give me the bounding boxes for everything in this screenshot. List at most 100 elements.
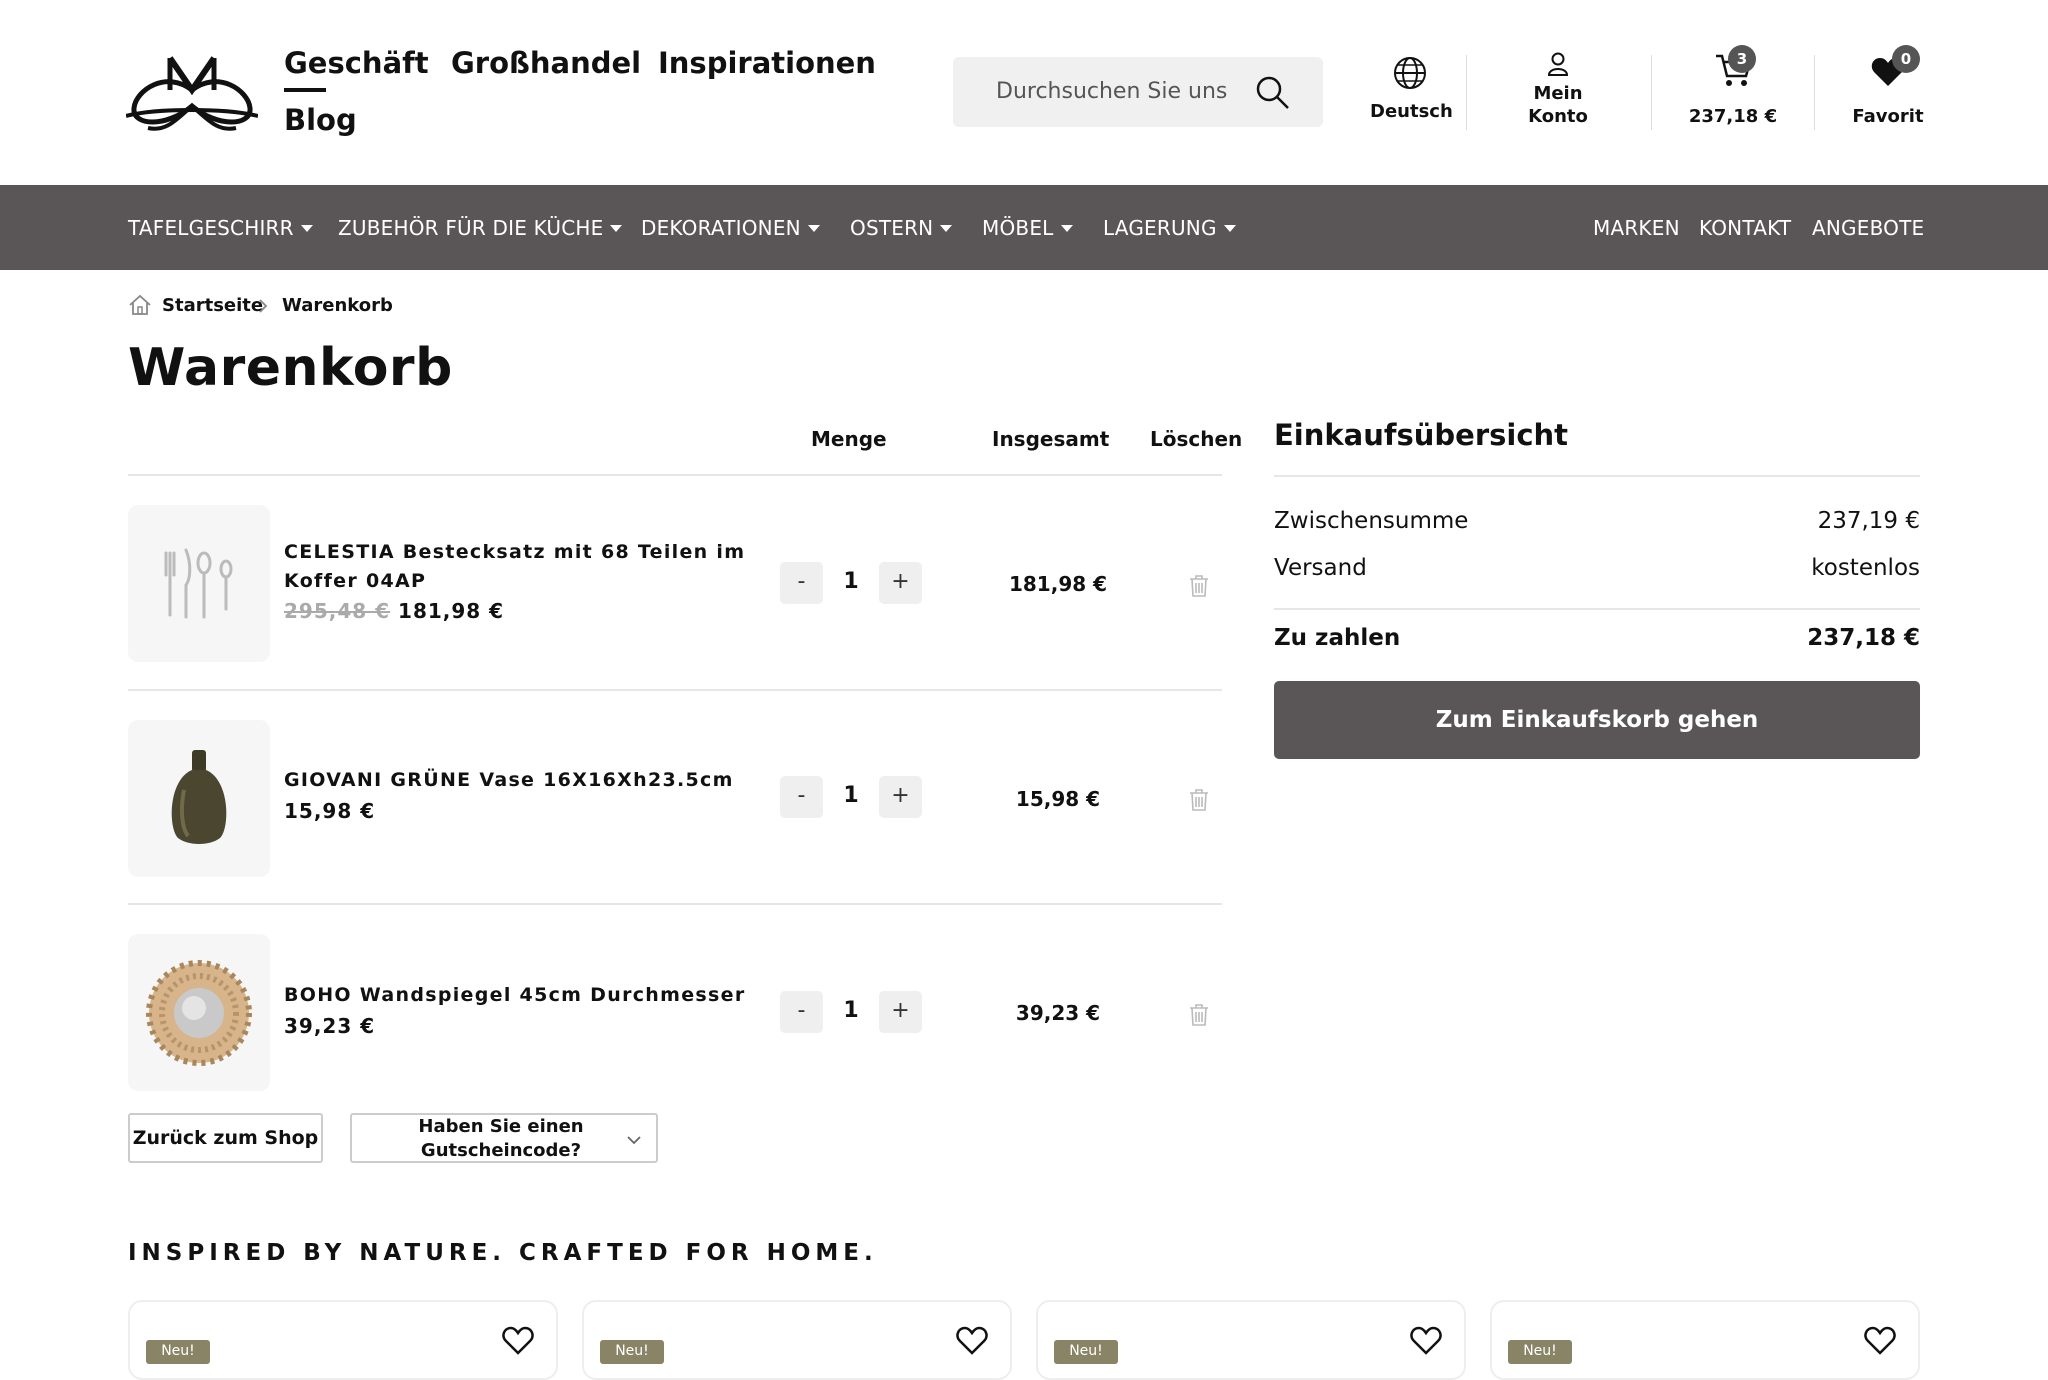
item-total: 39,23 € (1015, 1001, 1101, 1025)
back-to-shop-button[interactable]: Zurück zum Shop (128, 1113, 323, 1163)
column-quantity: Menge (811, 427, 887, 451)
item-price: 15,98 € (284, 799, 376, 823)
item-current-price: 181,98 € (398, 599, 505, 623)
divider (128, 903, 1222, 905)
item-name[interactable]: BOHO Wandspiegel 45cm Durchmesser (284, 981, 745, 1010)
coupon-toggle[interactable]: Haben Sie einen Gutscheincode? (350, 1113, 658, 1163)
search-box[interactable]: Durchsuchen Sie uns (953, 57, 1323, 127)
product-card[interactable]: Neu! (128, 1300, 558, 1380)
category-moebel[interactable]: MÖBEL (982, 216, 1073, 240)
header-divider (1814, 55, 1815, 130)
favorites-count-badge: 0 (1892, 45, 1920, 73)
heart-outline-icon[interactable] (1864, 1326, 1896, 1356)
breadcrumb-current: Warenkorb (282, 295, 393, 316)
heart-outline-icon[interactable] (956, 1326, 988, 1356)
quantity-increase-button[interactable]: + (879, 776, 922, 818)
product-image-mirror[interactable] (128, 934, 270, 1091)
quantity-increase-button[interactable]: + (879, 991, 922, 1033)
chevron-down-icon (626, 1135, 642, 1145)
column-delete: Löschen (1150, 427, 1243, 451)
quantity-value[interactable]: 1 (836, 998, 866, 1023)
divider (128, 474, 1222, 476)
new-badge: Neu! (146, 1340, 210, 1364)
link-kontakt[interactable]: KONTAKT (1699, 216, 1791, 240)
nav-geschaeft[interactable]: Geschäft (284, 46, 429, 80)
heart-outline-icon[interactable] (1410, 1326, 1442, 1356)
new-badge: Neu! (1054, 1340, 1118, 1364)
search-icon[interactable] (1255, 75, 1291, 111)
subtotal-row: Zwischensumme 237,19 € (1274, 508, 1920, 534)
chevron-right-icon (258, 298, 268, 314)
item-old-price: 295,48 € (284, 599, 391, 623)
language-switcher[interactable]: Deutsch (1370, 55, 1453, 122)
chevron-down-icon (1060, 225, 1073, 232)
nav-grosshandel[interactable]: Großhandel (451, 46, 641, 80)
quantity-value[interactable]: 1 (836, 783, 866, 808)
subtotal-value: 237,19 € (1817, 508, 1920, 534)
brand-logo[interactable] (126, 50, 258, 134)
page-title: Warenkorb (128, 338, 453, 398)
chevron-down-icon (807, 225, 820, 232)
category-dekorationen[interactable]: DEKORATIONEN (641, 216, 820, 240)
total-row: Zu zahlen 237,18 € (1274, 625, 1920, 651)
divider (128, 689, 1222, 691)
product-card[interactable]: Neu! (1490, 1300, 1920, 1380)
breadcrumb-home[interactable]: Startseite (162, 295, 263, 316)
shipping-row: Versand kostenlos (1274, 555, 1920, 581)
site-header: Geschäft Großhandel Inspirationen Blog D… (0, 0, 2048, 185)
total-value: 237,18 € (1807, 625, 1920, 651)
item-name[interactable]: GIOVANI GRÜNE Vase 16X16Xh23.5cm (284, 766, 734, 795)
user-icon (1547, 52, 1569, 76)
account-link[interactable]: Mein Konto (1508, 52, 1608, 128)
item-total: 15,98 € (1015, 787, 1101, 811)
category-ostern[interactable]: OSTERN (850, 216, 953, 240)
product-card[interactable]: Neu! (1036, 1300, 1466, 1380)
item-price: 295,48 € 181,98 € (284, 599, 504, 623)
header-divider (1466, 55, 1467, 130)
nav-inspirationen[interactable]: Inspirationen (658, 46, 876, 80)
quantity-increase-button[interactable]: + (879, 562, 922, 604)
quantity-value[interactable]: 1 (836, 569, 866, 594)
trash-icon[interactable] (1188, 788, 1210, 812)
nav-blog[interactable]: Blog (284, 103, 357, 137)
link-angebote[interactable]: ANGEBOTE (1812, 216, 1924, 240)
quantity-decrease-button[interactable]: - (780, 776, 823, 818)
category-kuechenzubehoer[interactable]: ZUBEHÖR FÜR DIE KÜCHE (338, 216, 623, 240)
checkout-button[interactable]: Zum Einkaufskorb gehen (1274, 681, 1920, 759)
search-input[interactable]: Durchsuchen Sie uns (996, 79, 1227, 104)
category-lagerung[interactable]: LAGERUNG (1103, 216, 1236, 240)
quantity-decrease-button[interactable]: - (780, 562, 823, 604)
chevron-down-icon (300, 225, 313, 232)
link-marken[interactable]: MARKEN (1593, 216, 1680, 240)
account-label-1: Mein (1533, 83, 1583, 104)
globe-icon (1392, 55, 1428, 91)
heart-outline-icon[interactable] (502, 1326, 534, 1356)
item-total: 181,98 € (1008, 572, 1108, 596)
language-label: Deutsch (1370, 101, 1453, 122)
quantity-decrease-button[interactable]: - (780, 991, 823, 1033)
category-bar: TAFELGESCHIRR ZUBEHÖR FÜR DIE KÜCHE DEKO… (0, 185, 2048, 270)
trash-icon[interactable] (1188, 574, 1210, 598)
trash-icon[interactable] (1188, 1003, 1210, 1027)
favorites-label: Favorit (1852, 106, 1924, 127)
new-badge: Neu! (600, 1340, 664, 1364)
home-icon[interactable] (128, 294, 152, 316)
nav-active-underline (284, 88, 326, 92)
divider (1274, 608, 1920, 610)
category-tafelgeschirr[interactable]: TAFELGESCHIRR (128, 216, 313, 240)
item-name[interactable]: CELESTIA Bestecksatz mit 68 Teilen im Kof… (284, 538, 745, 596)
new-badge: Neu! (1508, 1340, 1572, 1364)
coupon-label: Haben Sie einen Gutscheincode? (418, 1116, 584, 1161)
product-card[interactable]: Neu! (582, 1300, 1012, 1380)
product-image-cutlery[interactable] (128, 505, 270, 662)
chevron-down-icon (610, 225, 623, 232)
item-price: 39,23 € (284, 1014, 376, 1038)
summary-title: Einkaufsübersicht (1274, 418, 1569, 452)
account-label-2: Konto (1528, 106, 1588, 127)
section-tagline: INSPIRED BY NATURE. CRAFTED FOR HOME. (128, 1240, 878, 1266)
shipping-value: kostenlos (1811, 555, 1920, 581)
product-image-vase[interactable] (128, 720, 270, 877)
cart-total: 237,18 € (1688, 106, 1778, 127)
cart-count-badge: 3 (1728, 45, 1756, 73)
header-divider (1651, 55, 1652, 130)
